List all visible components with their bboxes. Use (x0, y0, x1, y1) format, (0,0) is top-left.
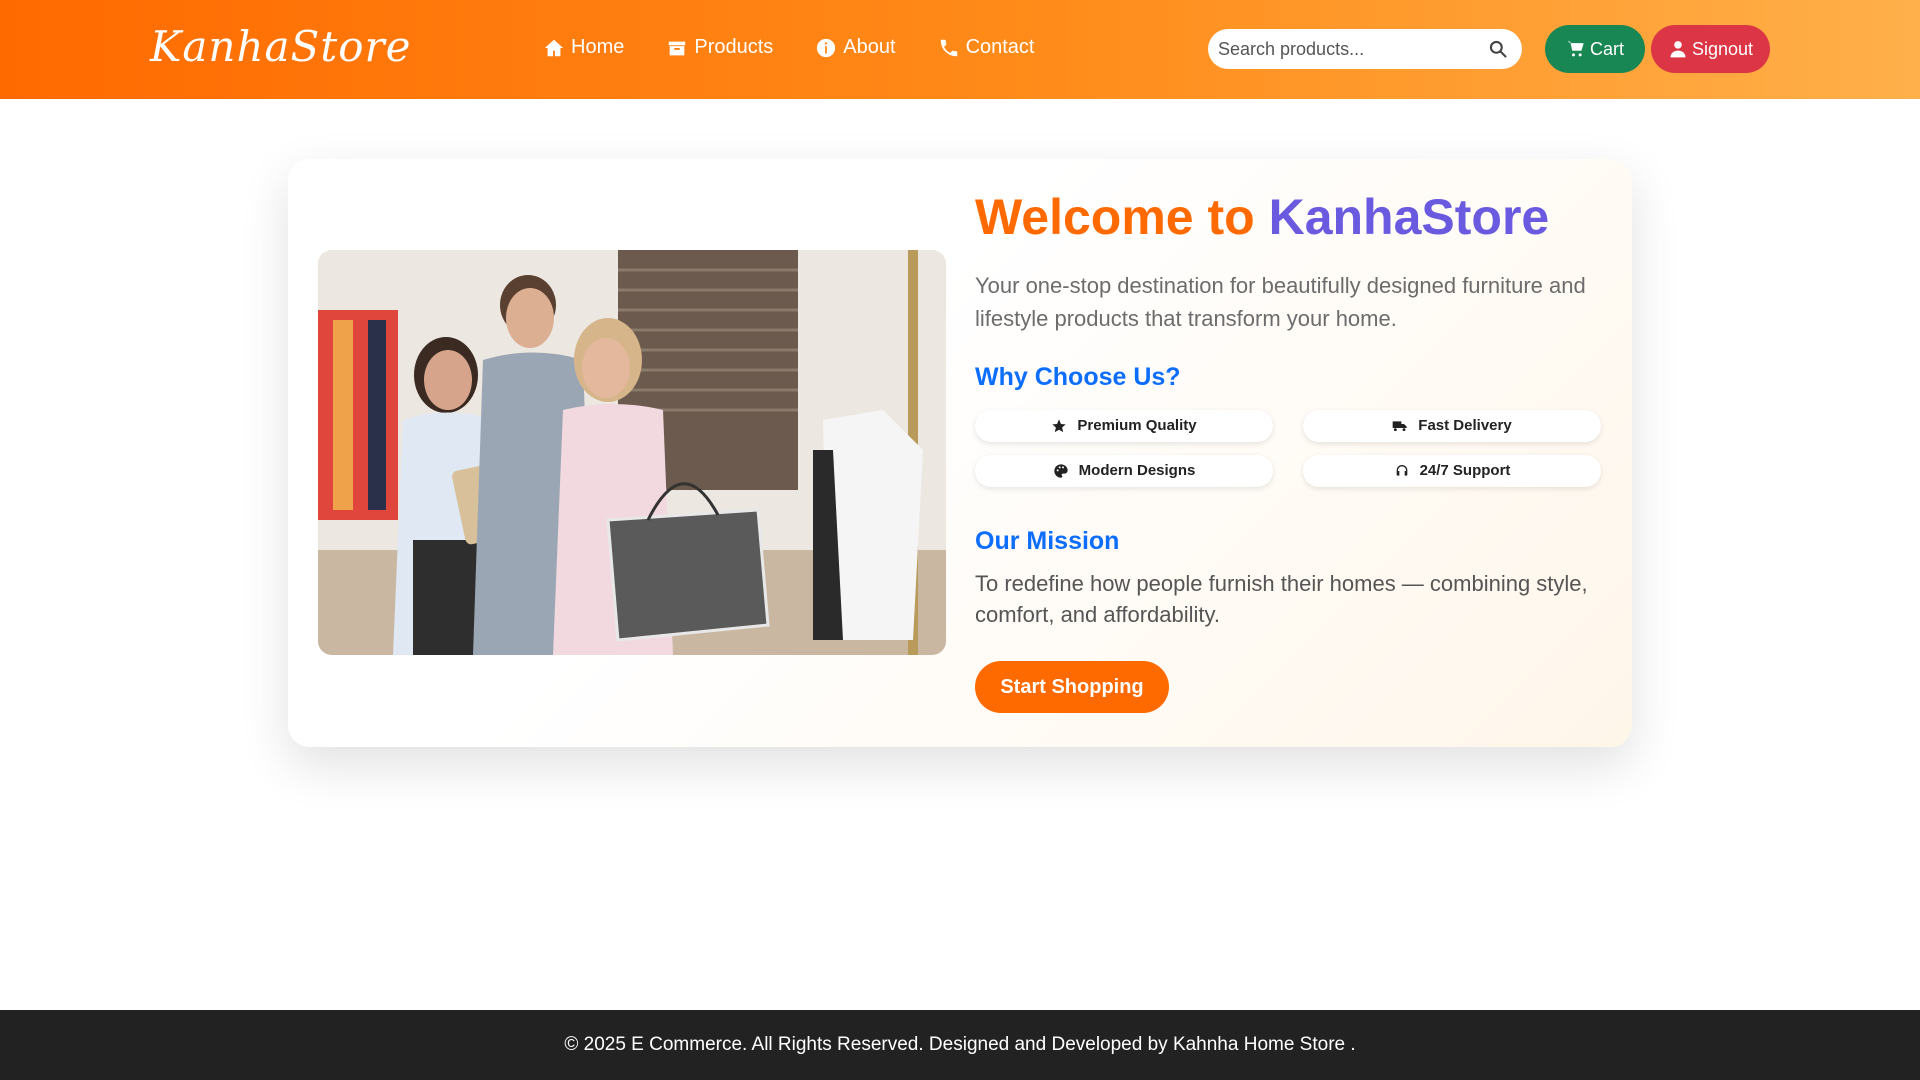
hero-title-part2: KanhaStore (1268, 189, 1550, 245)
brand-logo[interactable]: KanhaStore (150, 22, 411, 71)
nav-item-home[interactable]: Home (543, 36, 624, 59)
star-icon (1052, 418, 1067, 432)
hero-image (318, 250, 946, 655)
search-input[interactable] (1218, 38, 1484, 60)
footer-text: © 2025 E Commerce. All Rights Reserved. … (564, 1034, 1356, 1055)
feature-support: 24/7 Support (1303, 454, 1601, 487)
feature-label: Premium Quality (1077, 417, 1197, 434)
feature-label: 24/7 Support (1419, 462, 1511, 479)
nav-item-contact[interactable]: Contact (938, 36, 1035, 59)
hero-tagline: Your one-stop destination for beautifull… (975, 272, 1586, 331)
start-shopping-button[interactable]: Start Shopping (975, 661, 1169, 714)
feature-label: Modern Designs (1078, 462, 1196, 479)
hero-title: Welcome to KanhaStore (975, 189, 1605, 247)
feature-label: Fast Delivery (1418, 417, 1512, 434)
navbar: KanhaStore Home Products About Contact C… (0, 0, 1920, 99)
search-button[interactable] (1484, 35, 1512, 63)
nav-item-label: Home (571, 36, 625, 58)
nav-item-label: Products (694, 36, 774, 58)
phone-icon (940, 39, 957, 56)
feature-fast-delivery: Fast Delivery (1303, 409, 1601, 442)
cart-button[interactable]: Cart (1545, 25, 1645, 73)
cart-icon (1567, 41, 1584, 57)
feature-modern-designs: Modern Designs (975, 454, 1273, 487)
user-icon (1670, 41, 1686, 58)
hero-title-part1: Welcome to (975, 189, 1255, 245)
why-heading: Why Choose Us? (975, 362, 1181, 391)
nav-item-products[interactable]: Products (666, 36, 773, 59)
nav-links: Home Products About Contact (543, 36, 1035, 59)
mission-text: To redefine how people furnish their hom… (975, 570, 1588, 628)
mission-heading: Our Mission (975, 526, 1120, 555)
signout-label: Signout (1691, 38, 1754, 59)
info-icon (817, 38, 836, 57)
headset-icon (1396, 464, 1407, 476)
truck-icon (1392, 420, 1407, 431)
nav-item-label: About (843, 36, 896, 58)
feature-premium-quality: Premium Quality (975, 409, 1273, 442)
hero-content: Welcome to KanhaStore Your one-stop dest… (975, 189, 1605, 714)
search-icon (1489, 40, 1507, 58)
nav-item-label: Contact (965, 36, 1035, 58)
palette-icon (1053, 463, 1068, 478)
search-box (1208, 29, 1522, 69)
store-shoppers-illustration (318, 250, 946, 655)
home-icon (544, 39, 564, 56)
features-grid: Premium Quality Fast Delivery Modern Des… (975, 409, 1605, 487)
signout-button[interactable]: Signout (1651, 25, 1770, 73)
hero-card: Welcome to KanhaStore Your one-stop dest… (288, 159, 1632, 747)
nav-item-about[interactable]: About (815, 36, 896, 59)
cart-label: Cart (1589, 38, 1624, 59)
footer: © 2025 E Commerce. All Rights Reserved. … (0, 1010, 1920, 1080)
box-icon (669, 41, 686, 55)
